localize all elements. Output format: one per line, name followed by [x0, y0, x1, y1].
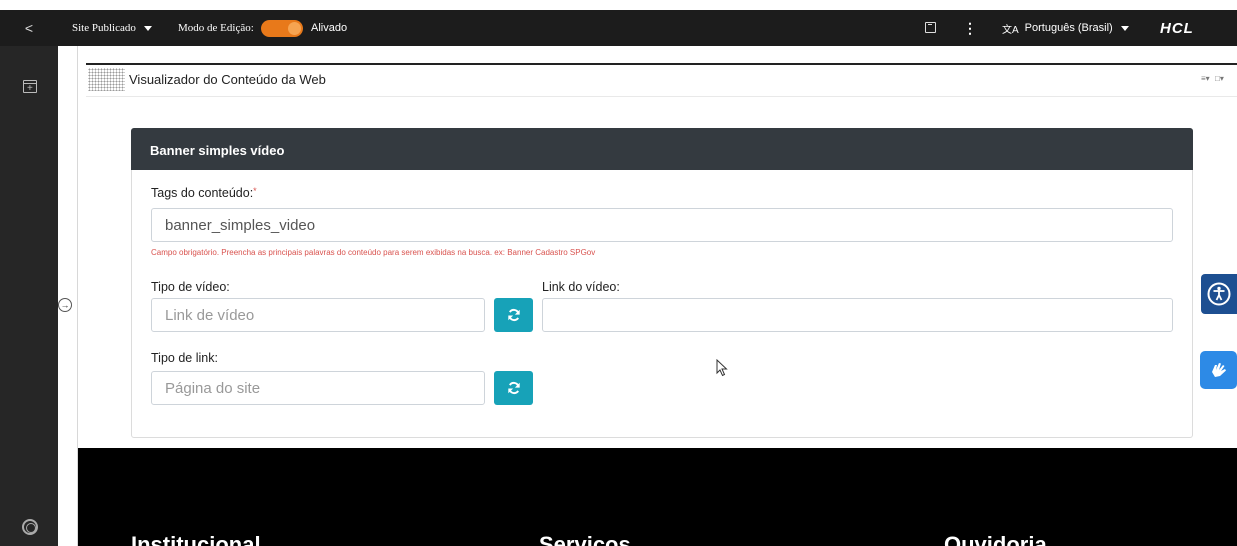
portlet-window-icon[interactable]: □▾	[1215, 74, 1224, 83]
translate-icon: 文A	[1002, 24, 1019, 36]
link-type-refresh-button[interactable]	[494, 371, 533, 405]
footer-heading-ouvidoria: Ouvidoria	[944, 532, 1047, 546]
language-label: Português (Brasil)	[1024, 22, 1113, 34]
portlet-top-border	[86, 63, 1237, 65]
portlet-menu-icon[interactable]: ≡▾	[1201, 74, 1210, 83]
tags-label: Tags do conteúdo:*	[151, 186, 257, 200]
side-strip	[58, 46, 78, 546]
top-toolbar: < Site Publicado Modo de Edição: Alivado…	[0, 10, 1237, 46]
caret-down-icon	[143, 25, 152, 31]
accessibility-icon	[1207, 282, 1231, 306]
back-glyph: <	[24, 20, 34, 36]
video-link-input[interactable]	[542, 298, 1173, 332]
required-asterisk: *	[253, 186, 257, 196]
mouse-cursor-icon	[716, 359, 728, 377]
portlet-separator	[86, 96, 1237, 97]
edit-mode-label: Modo de Edição:	[178, 22, 254, 34]
accessibility-button[interactable]	[1201, 274, 1237, 314]
sign-language-icon	[1211, 363, 1226, 377]
tags-input[interactable]: banner_simples_video	[151, 208, 1173, 242]
video-type-input[interactable]: Link de vídeo	[151, 298, 485, 332]
add-page-icon[interactable]: +	[23, 80, 37, 94]
caret-down-icon	[1120, 25, 1129, 31]
portlet-title: Visualizador do Conteúdo da Web	[129, 72, 326, 87]
site-published-menu[interactable]: Site Publicado	[72, 10, 152, 46]
left-rail: +	[0, 46, 58, 546]
footer-heading-institucional: Institucional	[131, 532, 261, 546]
edit-mode-state: Alivado	[311, 22, 348, 34]
tags-label-text: Tags do conteúdo:	[151, 186, 254, 200]
link-type-input[interactable]: Página do site	[151, 371, 485, 405]
site-published-label: Site Publicado	[72, 22, 136, 34]
refresh-icon	[507, 381, 520, 395]
panel-icon[interactable]	[925, 22, 936, 33]
language-menu[interactable]: 文A Português (Brasil)	[1002, 10, 1129, 46]
footer-heading-servicos: Serviços	[539, 532, 631, 546]
kebab-icon[interactable]: ⋮	[963, 10, 977, 46]
form-card-header: Banner simples vídeo	[131, 128, 1193, 170]
expand-arrow-icon[interactable]: →	[58, 298, 72, 312]
video-type-refresh-button[interactable]	[494, 298, 533, 332]
video-type-label: Tipo de vídeo:	[151, 280, 230, 294]
tags-error-message: Campo obrigatório. Preencha as principai…	[151, 248, 596, 257]
toggle-knob	[288, 22, 301, 35]
site-footer: Institucional Serviços Ouvidoria	[78, 448, 1237, 546]
video-link-label: Link do vídeo:	[542, 280, 620, 294]
drag-handle-icon[interactable]	[88, 68, 125, 91]
help-lifebuoy-icon[interactable]	[22, 519, 38, 535]
sign-language-button[interactable]	[1200, 351, 1237, 389]
link-type-label: Tipo de link:	[151, 351, 218, 365]
edit-mode-toggle[interactable]	[261, 20, 303, 37]
back-chevron-icon[interactable]: <	[0, 10, 58, 46]
refresh-icon	[507, 308, 520, 322]
hcl-logo: HCL	[1160, 19, 1194, 37]
